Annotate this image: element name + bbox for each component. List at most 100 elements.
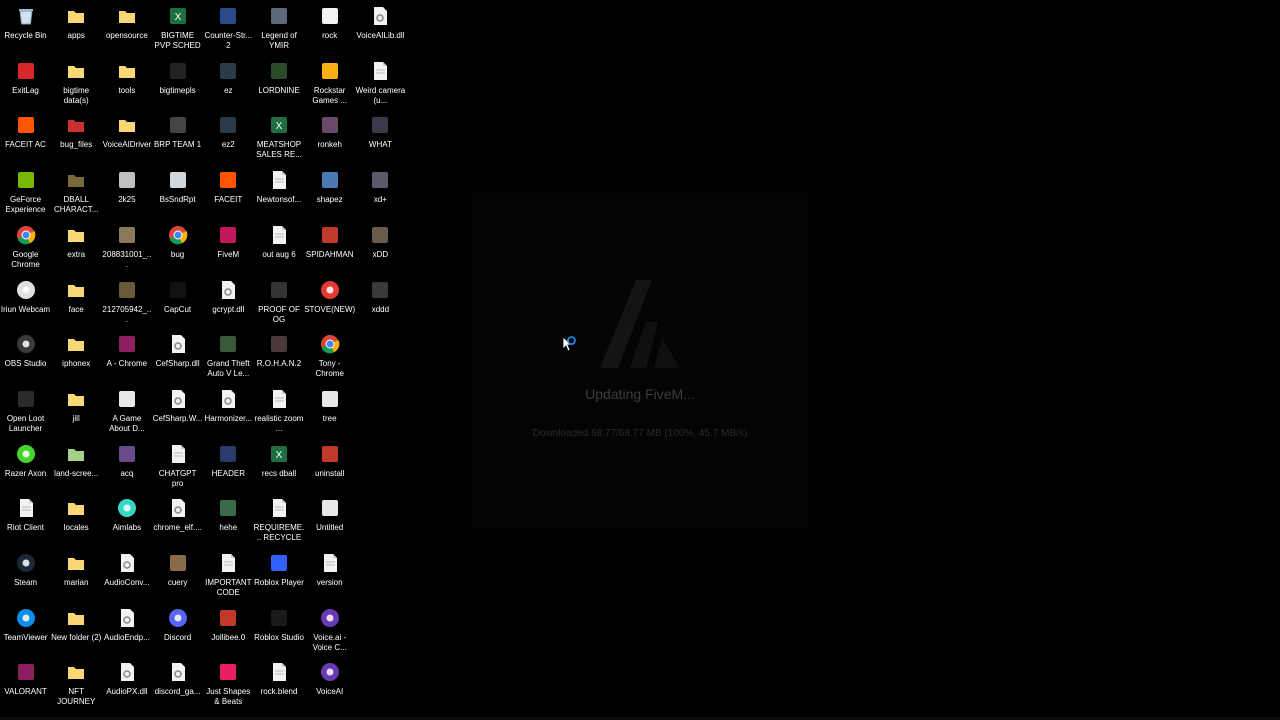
desktop-icon[interactable]: VALORANT xyxy=(0,656,51,697)
desktop-icon[interactable]: 212705942_... xyxy=(101,274,152,325)
desktop-icon[interactable]: CefSharp.W... xyxy=(152,383,203,424)
desktop-icon[interactable]: xddd xyxy=(355,274,406,315)
desktop-icon[interactable]: Rockstar Games ... xyxy=(304,55,355,106)
desktop-icon[interactable]: REQUIREME... RECYCLE xyxy=(254,492,305,543)
desktop-icon-label: AudioEndp... xyxy=(103,632,150,642)
desktop-icon[interactable]: Xrecs dball xyxy=(254,438,305,479)
desktop-icon[interactable]: NFT JOURNEY xyxy=(51,656,102,707)
desktop-icon[interactable]: Roblox Player xyxy=(254,547,305,588)
desktop-icon[interactable]: Google Chrome xyxy=(0,219,51,270)
desktop-icon[interactable]: GeForce Experience xyxy=(0,164,51,215)
desktop-icon[interactable]: Roblox Studio xyxy=(254,602,305,643)
file-icon xyxy=(269,170,289,190)
desktop-icon[interactable]: CefSharp.dll xyxy=(152,328,203,369)
desktop-icon[interactable]: PROOF OF OG xyxy=(254,274,305,325)
desktop-icon[interactable]: HEADER xyxy=(203,438,254,479)
desktop-icon[interactable]: jill xyxy=(51,383,102,424)
desktop-icon[interactable]: FACEIT xyxy=(203,164,254,205)
desktop-icon[interactable]: Recycle Bin xyxy=(0,0,51,41)
desktop-icon[interactable]: 2k25 xyxy=(101,164,152,205)
desktop-icon[interactable]: R.O.H.A.N.2 xyxy=(254,328,305,369)
desktop-icon[interactable]: Counter-Str... 2 xyxy=(203,0,254,51)
desktop-icon[interactable]: bug xyxy=(152,219,203,260)
desktop-icon[interactable]: bigtime data(s) xyxy=(51,55,102,106)
desktop-icon[interactable]: Untitled xyxy=(304,492,355,533)
desktop-icon[interactable]: CapCut xyxy=(152,274,203,315)
desktop-icon[interactable]: bug_files xyxy=(51,109,102,150)
desktop-icon[interactable]: FiveM xyxy=(203,219,254,260)
desktop-icon[interactable]: version xyxy=(304,547,355,588)
desktop-icon[interactable]: shapez xyxy=(304,164,355,205)
desktop-icon[interactable]: AudioEndp... xyxy=(101,602,152,643)
desktop-icon[interactable]: LORDNINE xyxy=(254,55,305,96)
desktop-icon[interactable]: xDD xyxy=(355,219,406,260)
desktop-icon[interactable]: Iriun Webcam xyxy=(0,274,51,315)
desktop-icon[interactable]: Harmonizer... xyxy=(203,383,254,424)
desktop-icon[interactable]: A - Chrome xyxy=(101,328,152,369)
desktop-icon[interactable]: AudioPX.dll xyxy=(101,656,152,697)
desktop-icon[interactable]: Just Shapes & Beats xyxy=(203,656,254,707)
desktop-icon[interactable]: hehe xyxy=(203,492,254,533)
desktop-icon[interactable]: Discord xyxy=(152,602,203,643)
desktop-icon[interactable]: rock.blend xyxy=(254,656,305,697)
desktop-icon[interactable]: Grand Theft Auto V Le... xyxy=(203,328,254,379)
desktop-icon[interactable]: New folder (2) xyxy=(51,602,102,643)
desktop-icon[interactable]: uninstall xyxy=(304,438,355,479)
desktop-icon[interactable]: locales xyxy=(51,492,102,533)
desktop-icon[interactable]: Razer Axon xyxy=(0,438,51,479)
desktop-icon[interactable]: marian xyxy=(51,547,102,588)
desktop-icon[interactable]: xd+ xyxy=(355,164,406,205)
desktop-icon[interactable]: opensource xyxy=(101,0,152,41)
desktop-icon[interactable]: land-scree... xyxy=(51,438,102,479)
desktop-icon[interactable]: Voice.ai - Voice C... xyxy=(304,602,355,653)
desktop-icon[interactable]: WHAT xyxy=(355,109,406,150)
desktop-icon[interactable]: extra xyxy=(51,219,102,260)
desktop-icon[interactable]: Newtonsof... xyxy=(254,164,305,205)
desktop-icon[interactable]: Steam xyxy=(0,547,51,588)
desktop-icon[interactable]: rock xyxy=(304,0,355,41)
desktop-icon[interactable]: TeamViewer xyxy=(0,602,51,643)
desktop-icon[interactable]: STOVE(NEW) xyxy=(304,274,355,315)
desktop-icon[interactable]: Open Loot Launcher xyxy=(0,383,51,434)
desktop-icon[interactable]: discord_ga... xyxy=(152,656,203,697)
desktop-icon[interactable]: realistic zoom ... xyxy=(254,383,305,434)
desktop-icon[interactable]: ExitLag xyxy=(0,55,51,96)
desktop-icon[interactable]: chrome_elf.... xyxy=(152,492,203,533)
desktop-icon[interactable]: Aimlabs xyxy=(101,492,152,533)
desktop-icon[interactable]: X MEATSHOP SALES RE... xyxy=(254,109,305,160)
desktop-icon[interactable]: SPIDAHMAN xyxy=(304,219,355,260)
desktop-icon[interactable]: iphonex xyxy=(51,328,102,369)
desktop-icon[interactable]: Jollibee.0 xyxy=(203,602,254,643)
desktop-icon[interactable]: BRP TEAM 1 xyxy=(152,109,203,150)
desktop-icon[interactable]: cuery xyxy=(152,547,203,588)
desktop-icon[interactable]: CHATGPT pro xyxy=(152,438,203,489)
desktop-icon[interactable]: IMPORTANT CODE xyxy=(203,547,254,598)
desktop-icon[interactable]: ez2 xyxy=(203,109,254,150)
desktop-icon[interactable]: tree xyxy=(304,383,355,424)
desktop-icon[interactable]: bigtimepls xyxy=(152,55,203,96)
desktop-icon[interactable]: apps xyxy=(51,0,102,41)
desktop-icon[interactable]: VoiceAIDriver xyxy=(101,109,152,150)
desktop-icon[interactable]: BsSndRpt xyxy=(152,164,203,205)
desktop-icon[interactable]: Riot Client xyxy=(0,492,51,533)
desktop-icon[interactable]: acq xyxy=(101,438,152,479)
desktop-icon[interactable]: Tony - Chrome xyxy=(304,328,355,379)
desktop-icon[interactable]: 208831001_... xyxy=(101,219,152,270)
desktop-icon[interactable]: Legend of YMIR xyxy=(254,0,305,51)
desktop-icon[interactable]: ez xyxy=(203,55,254,96)
desktop-icon[interactable]: FACEIT AC xyxy=(0,109,51,150)
desktop-icon[interactable]: A Game About D... xyxy=(101,383,152,434)
desktop-icon[interactable]: out aug 6 xyxy=(254,219,305,260)
desktop-icon[interactable]: face xyxy=(51,274,102,315)
desktop-icon[interactable]: gcrypt.dll xyxy=(203,274,254,315)
desktop-icon[interactable]: ronkeh xyxy=(304,109,355,150)
file-icon xyxy=(320,553,340,573)
desktop-icon[interactable]: X BIGTIME PVP SCHED xyxy=(152,0,203,51)
desktop-icon[interactable]: AudioConv... xyxy=(101,547,152,588)
desktop-icon[interactable]: VoiceAILib.dll xyxy=(355,0,406,41)
desktop-icon[interactable]: tools xyxy=(101,55,152,96)
desktop-icon[interactable]: VoiceAI xyxy=(304,656,355,697)
desktop-icon[interactable]: OBS Studio xyxy=(0,328,51,369)
desktop-icon[interactable]: DBALL CHARACT... xyxy=(51,164,102,215)
desktop-icon[interactable]: Weird camera (u... xyxy=(355,55,406,106)
